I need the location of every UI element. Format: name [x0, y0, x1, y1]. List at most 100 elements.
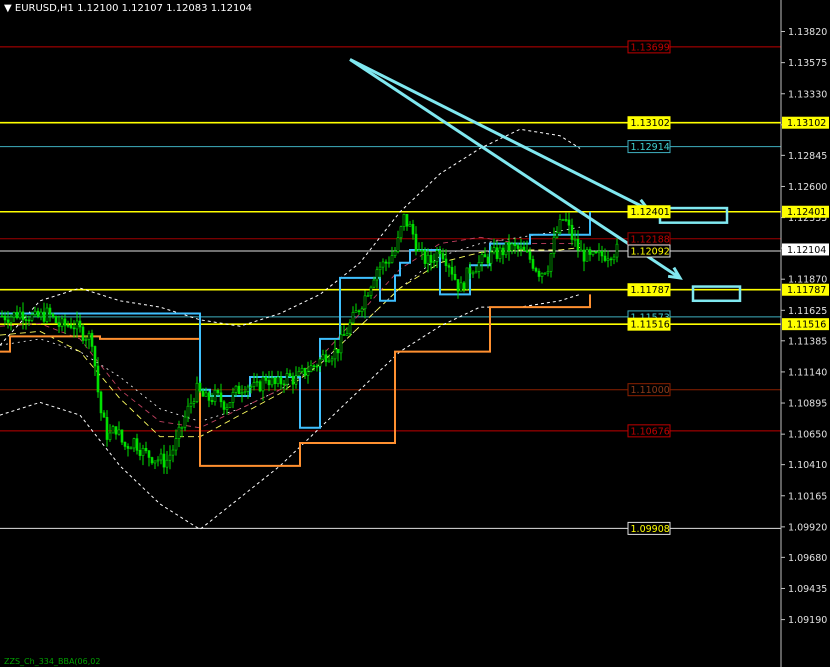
- candle-body: [360, 308, 364, 312]
- candle-body: [141, 447, 145, 456]
- candle-body: [306, 371, 310, 376]
- chart-header: ▼ EURUSD,H1 1.12100 1.12107 1.12083 1.12…: [4, 3, 252, 14]
- candle-body: [153, 460, 157, 464]
- candle-body: [117, 429, 121, 435]
- candle-body: [192, 401, 196, 404]
- candle-body: [177, 426, 181, 439]
- candle-body: [18, 311, 22, 319]
- candle-body: [225, 407, 229, 410]
- menu-triangle-icon[interactable]: ▼: [4, 3, 12, 14]
- candle-body: [0, 315, 4, 318]
- level-label: 1.11000: [631, 385, 670, 396]
- candle-body: [540, 273, 544, 277]
- candle-body: [351, 312, 355, 324]
- axis-tick-label: 1.12600: [788, 182, 827, 193]
- candle-body: [330, 358, 334, 362]
- candle-body: [297, 371, 301, 376]
- candle-body: [336, 348, 340, 354]
- candle-body: [144, 447, 148, 452]
- candle-body: [546, 271, 550, 274]
- candle-body: [42, 311, 46, 322]
- candle-body: [495, 247, 499, 259]
- candle-body: [405, 214, 409, 227]
- candle-body: [36, 310, 40, 317]
- candle-body: [369, 286, 373, 296]
- candle-body: [90, 333, 94, 347]
- candle-body: [183, 416, 187, 428]
- candle-body: [9, 316, 13, 323]
- candle-body: [600, 251, 604, 257]
- candle-body: [39, 311, 43, 317]
- axis-tick-label: 1.09435: [788, 584, 827, 595]
- candle-body: [243, 391, 247, 393]
- candle-body: [96, 365, 100, 393]
- candle-body: [531, 259, 535, 269]
- candle-body: [69, 324, 73, 329]
- candle-body: [333, 348, 337, 360]
- candle-body: [216, 389, 220, 394]
- candle-body: [384, 261, 388, 264]
- candle-body: [357, 310, 361, 313]
- candle-body: [507, 242, 511, 252]
- candle-body: [189, 402, 193, 407]
- price-chart[interactable]: 1.138201.135751.133301.130851.128451.126…: [0, 0, 830, 667]
- candle-body: [12, 312, 16, 318]
- candle-body: [390, 255, 394, 263]
- candle-body: [567, 219, 571, 226]
- candle-body: [111, 426, 115, 434]
- candle-body: [3, 315, 7, 321]
- candle-body: [420, 249, 424, 252]
- candle-body: [408, 224, 412, 227]
- candle-body: [132, 438, 136, 449]
- candle-body: [249, 386, 253, 388]
- candle-body: [285, 373, 289, 385]
- candle-body: [510, 243, 514, 252]
- axis-tick-label: 1.13820: [788, 27, 827, 38]
- candle-body: [375, 269, 379, 281]
- candle-body: [342, 334, 346, 336]
- candle-body: [465, 267, 469, 290]
- candle-body: [129, 447, 133, 450]
- candle-body: [519, 246, 523, 249]
- candle-body: [534, 268, 538, 272]
- candle-body: [294, 375, 298, 385]
- candle-body: [291, 376, 295, 385]
- level-label: 1.12092: [631, 246, 670, 257]
- candle-body: [279, 376, 283, 385]
- candle-body: [102, 412, 106, 418]
- candle-body: [276, 376, 280, 384]
- candle-body: [231, 392, 235, 403]
- candle-body: [24, 319, 28, 321]
- candle-body: [381, 261, 385, 268]
- candle-body: [558, 219, 562, 233]
- axis-level-tag-label: 1.11516: [787, 320, 826, 331]
- candle-body: [105, 417, 109, 440]
- candle-body: [195, 382, 199, 402]
- candle-body: [87, 333, 91, 340]
- candle-body: [237, 385, 241, 395]
- candle-body: [498, 247, 502, 259]
- candle-body: [219, 392, 223, 403]
- candle-body: [6, 319, 10, 323]
- level-label: 1.12914: [631, 142, 670, 153]
- candle-body: [438, 250, 442, 254]
- candle-body: [180, 426, 184, 429]
- axis-tick-label: 1.10410: [788, 460, 827, 471]
- candle-body: [165, 459, 169, 468]
- candle-body: [81, 326, 85, 341]
- candle-body: [588, 249, 592, 255]
- ohlc-values: 1.12100 1.12107 1.12083 1.12104: [77, 3, 253, 14]
- candle-body: [363, 295, 367, 310]
- axis-level-tag-label: 1.11787: [787, 285, 826, 296]
- candle-body: [162, 453, 166, 468]
- axis-tick-label: 1.13330: [788, 89, 827, 100]
- candle-body: [468, 267, 472, 274]
- candle-body: [300, 367, 304, 372]
- candle-body: [267, 380, 271, 386]
- candle-body: [474, 271, 478, 274]
- candle-body: [207, 392, 211, 401]
- axis-tick-label: 1.09190: [788, 615, 827, 626]
- candle-body: [462, 282, 466, 290]
- candle-body: [570, 224, 574, 240]
- candle-body: [585, 249, 589, 262]
